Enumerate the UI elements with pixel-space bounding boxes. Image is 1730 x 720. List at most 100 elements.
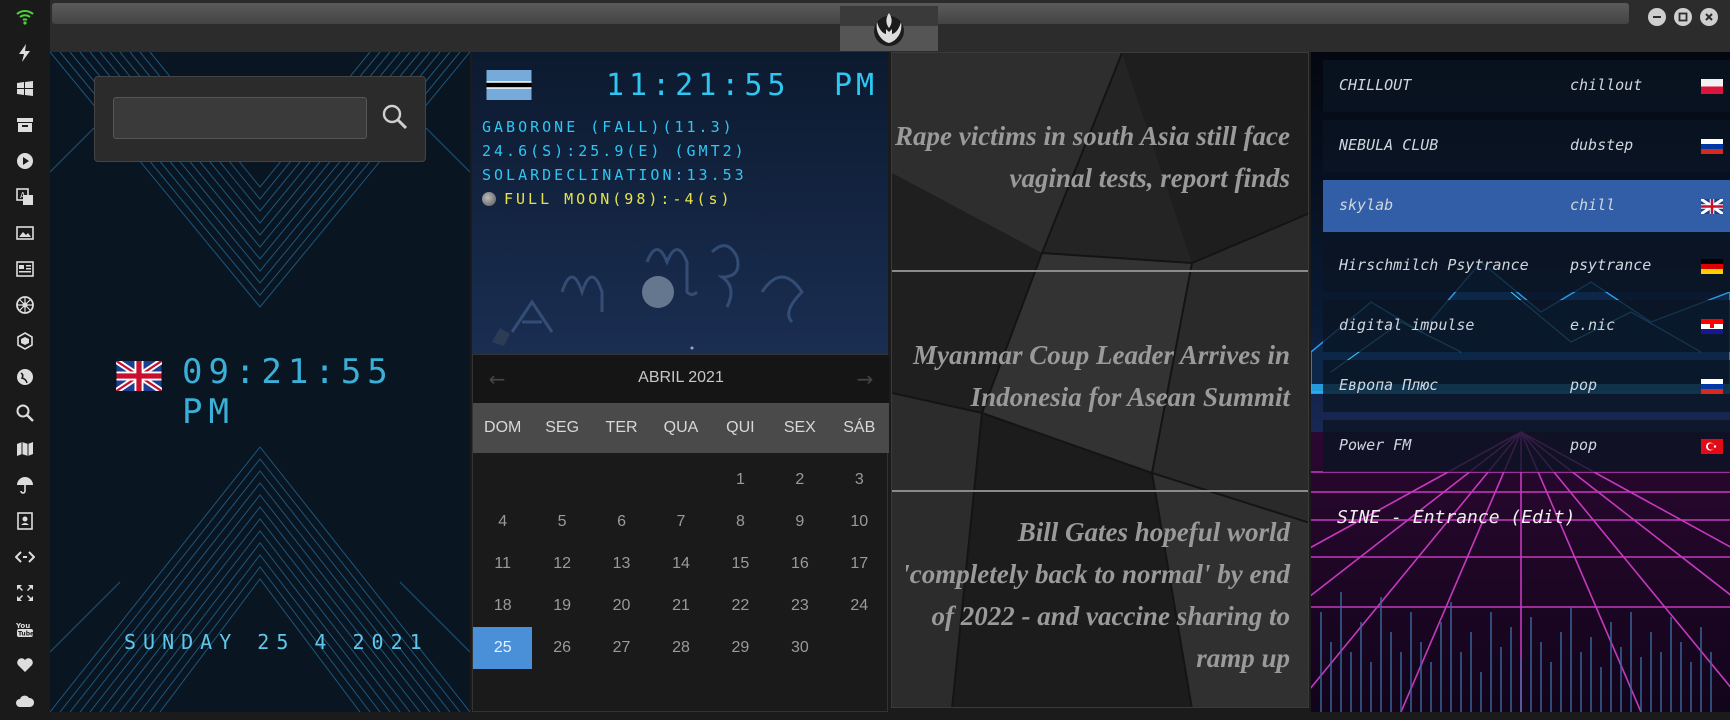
calendar-day[interactable]: 4 [473,501,532,543]
weekday-label: TER [605,419,638,436]
calendar-day[interactable]: 6 [592,501,651,543]
russia-flag-icon [1701,139,1723,154]
calendar-empty-cell [651,459,710,501]
croatia-flag-icon [1701,319,1723,334]
calendar-day[interactable]: 22 [711,585,770,627]
image-icon[interactable] [12,220,38,246]
calendar-header: ← ABRIL 2021 → [473,355,889,403]
translate-icon[interactable]: A [12,184,38,210]
calendar-day[interactable]: 30 [770,627,829,669]
lightning-icon[interactable] [12,40,38,66]
news-icon[interactable] [12,256,38,282]
news-panel: Rape victims in south Asia still face va… [891,52,1309,708]
calendar-day[interactable]: 28 [651,627,710,669]
calendar-month-title: ABRIL 2021 [638,369,724,386]
calendar-day[interactable]: 23 [770,585,829,627]
calendar-day[interactable]: 8 [711,501,770,543]
wifi-icon[interactable] [12,4,38,30]
svg-text:You: You [15,622,30,630]
weekday-label: DOM [484,419,522,436]
radio-station-item[interactable]: Hirschmilch Psytrance psytrance [1323,240,1730,292]
calendar-day[interactable]: 9 [770,501,829,543]
contacts-icon[interactable] [12,508,38,534]
archive-icon[interactable] [12,112,38,138]
calendar-day[interactable]: 29 [711,627,770,669]
calendar-weekday-header: DOM SEG TER QUA QUI SEX SÁB [473,403,889,453]
cloud-icon[interactable] [12,688,38,714]
calendar-day[interactable]: 11 [473,543,532,585]
calendar-empty-cell [592,459,651,501]
calendar-day[interactable]: 7 [651,501,710,543]
calendar-day[interactable]: 17 [830,543,889,585]
globe-icon[interactable] [12,364,38,390]
news-headline-3[interactable]: Bill Gates hopeful world 'completely bac… [892,511,1290,679]
station-name: digital impulse [1339,316,1475,334]
calendar-day[interactable]: 14 [651,543,710,585]
desktop-window: A You Tube 09:21:55 PM SUNDAY 25 4 2021 … [0,0,1730,720]
youtube-icon[interactable]: You Tube [12,616,38,642]
magnifier-icon [382,104,408,130]
calendar-day[interactable]: 1 [711,459,770,501]
calendar-day-selected[interactable]: 25 [473,627,533,669]
calendar-day[interactable]: 19 [532,585,591,627]
search-input[interactable] [113,97,367,139]
minimize-button[interactable] [1648,8,1666,26]
coordinates-info: 24.6(S):25.9(E) (GMT2) [482,142,747,160]
weekday-label: SEG [545,419,580,436]
news-headline-2[interactable]: Myanmar Coup Leader Arrives in Indonesia… [892,334,1290,418]
calendar-day[interactable]: 27 [592,627,651,669]
weekday-label: SÁB [843,419,876,436]
search-button[interactable] [379,99,411,135]
zodiac-background [492,244,804,350]
world-clock-panel: 11:21:55 PM GABORONE (FALL)(11.3) 24.6(S… [472,52,888,354]
windows-icon[interactable] [12,76,38,102]
station-name: Hirschmilch Psytrance [1339,256,1529,274]
botswana-flag-icon [486,70,532,100]
calendar-day[interactable]: 15 [711,543,770,585]
wheel-icon[interactable] [12,292,38,318]
radio-station-item[interactable]: CHILLOUT chillout [1323,60,1730,112]
code-icon[interactable] [12,544,38,570]
calendar-day[interactable]: 10 [830,501,889,543]
station-genre: chill [1570,196,1616,214]
calendar-day[interactable]: 12 [532,543,591,585]
radio-station-item[interactable]: digital impulse e.nic [1323,300,1730,352]
close-button[interactable] [1700,8,1718,26]
station-genre: pop [1570,376,1598,394]
radio-station-item[interactable]: Европа Плюс pop [1323,360,1730,412]
calendar-next-button[interactable]: → [853,367,877,391]
station-genre: pop [1570,436,1598,454]
logo-tab[interactable] [840,6,938,51]
play-icon[interactable] [12,148,38,174]
umbrella-icon[interactable] [12,472,38,498]
turkey-flag-icon [1701,439,1723,454]
search-icon[interactable] [12,400,38,426]
maximize-button[interactable] [1674,8,1692,26]
calendar-day[interactable]: 3 [830,459,889,501]
calendar-day[interactable]: 16 [770,543,829,585]
moon-icon [482,192,496,206]
calendar-day[interactable]: 20 [592,585,651,627]
calendar-day[interactable]: 21 [651,585,710,627]
radio-station-item[interactable]: Power FM pop [1323,420,1730,472]
calendar-day[interactable]: 5 [532,501,591,543]
radio-station-item-active[interactable]: skylab chill [1323,180,1730,232]
calendar-day[interactable]: 2 [770,459,829,501]
top-bar [50,0,1730,52]
hexagon-icon[interactable] [12,328,38,354]
calendar-day[interactable]: 26 [532,627,591,669]
rebel-alliance-logo-icon [874,13,904,46]
news-headline-1[interactable]: Rape victims in south Asia still face va… [892,115,1290,199]
expand-icon[interactable] [12,580,38,606]
news-divider [892,270,1308,272]
calendar-day[interactable]: 24 [830,585,889,627]
svg-text:Tube: Tube [18,631,34,638]
map-icon[interactable] [12,436,38,462]
germany-flag-icon [1701,259,1723,274]
calendar-day[interactable]: 18 [473,585,532,627]
radio-station-item[interactable]: NEBULA CLUB dubstep [1323,120,1730,172]
heart-icon[interactable] [12,652,38,678]
calendar-day[interactable]: 13 [592,543,651,585]
world-time-ampm: PM [834,68,879,103]
moon-phase-suffix: (s) [696,190,733,208]
